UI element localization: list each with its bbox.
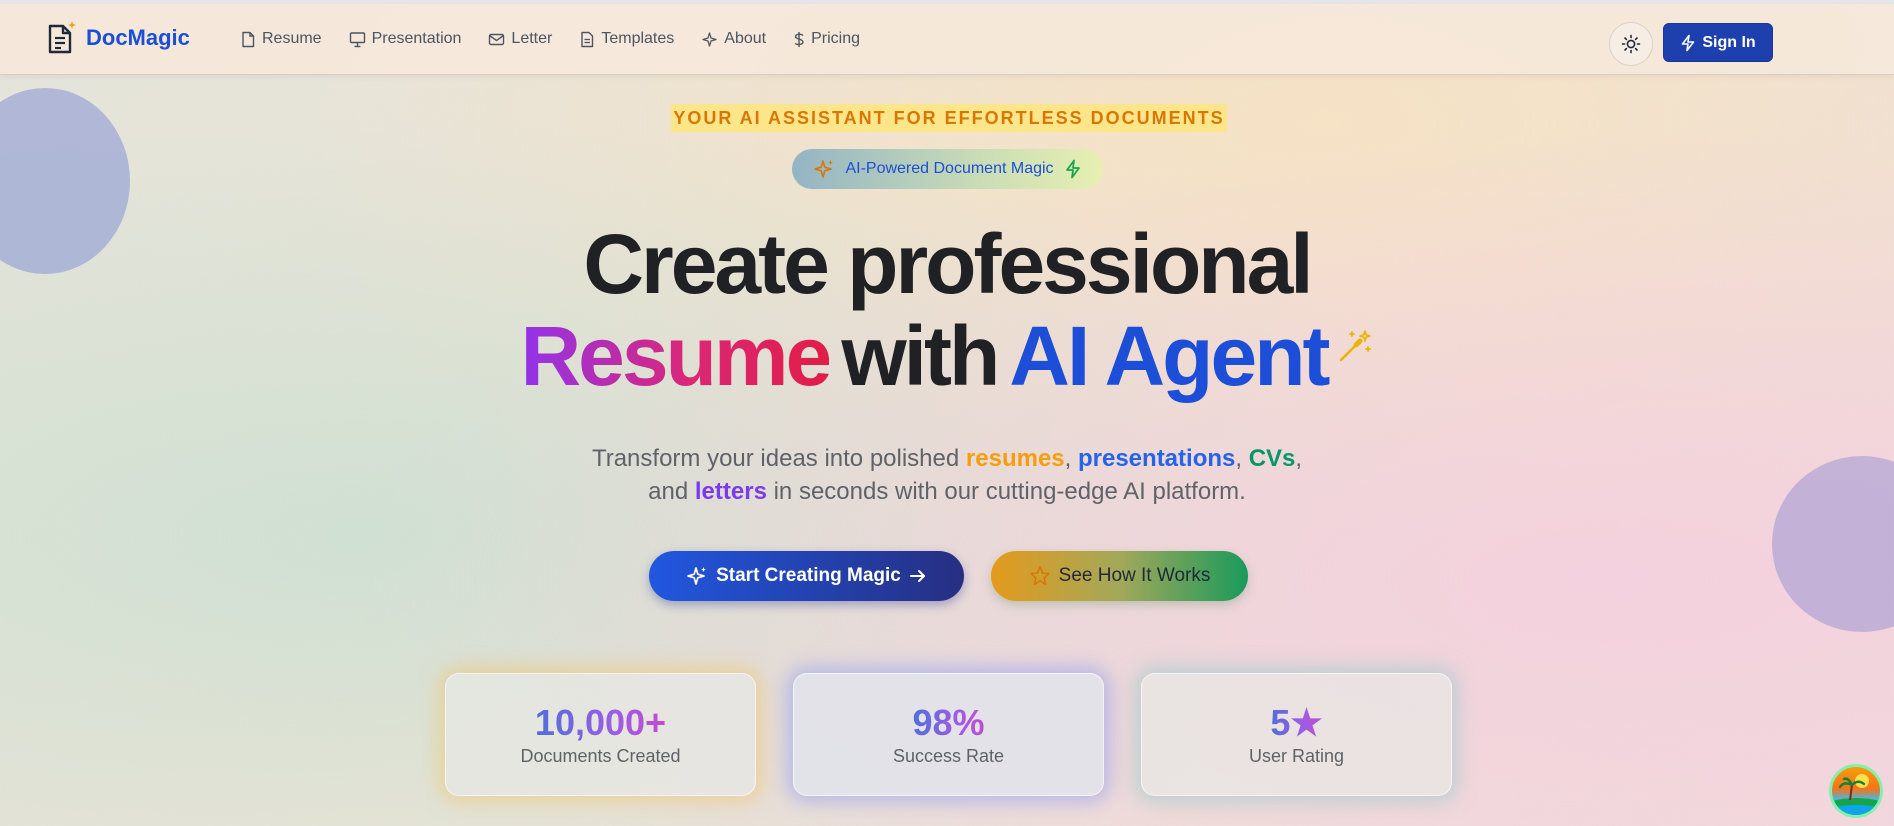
stat-value: 5★ [1270,702,1323,743]
keyword-letters: letters [694,478,767,505]
mail-icon [489,33,505,45]
main-nav: Resume Presentation Letter Templates Abo… [240,30,887,48]
brand-name: DocMagic [86,25,190,50]
nav-pricing-label: Pricing [811,30,860,47]
stat-value: 98% [912,702,985,743]
start-creating-button[interactable]: Start Creating Magic [649,551,964,601]
subtitle-text: and [648,478,695,505]
keyword-presentations: presentations [1077,445,1236,472]
subtitle-line1: Transform your ideas into polished resum… [0,442,1894,475]
headline-line1: Create professional [583,217,1313,311]
star-icon [1029,566,1050,585]
keyword-resumes: resumes [965,445,1065,472]
see-how-it-works-button[interactable]: See How It Works [991,551,1248,601]
stat-label: Documents Created [520,746,681,766]
nav-presentation[interactable]: Presentation [349,30,462,48]
headline-line2: Resume with AI Agent [0,308,1894,404]
nav-about-label: About [724,30,767,47]
stat-label: User Rating [1248,746,1345,766]
sun-icon [1621,34,1641,54]
nav-pricing[interactable]: Pricing [793,30,860,48]
dollar-icon [794,31,804,47]
zap-icon [1065,159,1080,179]
presentation-icon [349,31,365,47]
ai-powered-pill: AI-Powered Document Magic [792,149,1103,189]
nav-templates[interactable]: Templates [579,30,674,48]
nav-resume-label: Resume [262,30,322,47]
stat-documents-created: 10,000+ Documents Created [445,673,756,796]
sparkles-icon [814,160,834,178]
stat-label: Success Rate [892,746,1005,766]
arrow-right-icon [909,570,925,582]
subtitle-text: Transform your ideas into polished [591,445,966,472]
nav-letter-label: Letter [511,30,553,47]
subtitle-separator: , [1295,445,1303,472]
sign-in-button[interactable]: Sign In [1663,23,1773,62]
hero-tagline: YOUR AI ASSISTANT FOR EFFORTLESS DOCUMEN… [671,104,1227,132]
nav-letter[interactable]: Letter [488,30,552,48]
nav-presentation-label: Presentation [371,30,462,47]
start-creating-label: Start Creating Magic [716,565,901,586]
magic-wand-icon [1340,330,1372,362]
theme-toggle-button[interactable] [1609,22,1653,66]
brand[interactable]: DocMagic [46,20,190,56]
zap-icon [1682,34,1695,51]
subtitle-line2: and letters in seconds with our cutting-… [0,475,1894,508]
nav-templates-label: Templates [601,30,675,47]
nav-about[interactable]: About [701,30,766,48]
headline-with-word: with [841,309,1000,403]
stat-success-rate: 98% Success Rate [793,673,1104,796]
subtitle-text: in seconds with our cutting-edge AI plat… [766,478,1246,505]
keyword-cvs: CVs [1248,445,1296,472]
subtitle-separator: , [1064,445,1078,472]
sparkles-icon [702,31,717,47]
assistant-avatar-button[interactable] [1829,764,1883,818]
document-logo-icon [46,20,76,56]
stat-value: 10,000+ [534,702,667,743]
file-text-icon [581,31,594,47]
headline-resume-word: Resume [520,309,833,403]
see-how-label: See How It Works [1058,565,1211,586]
island-avatar-icon [1832,774,1880,815]
sparkles-icon [687,567,707,585]
file-icon [242,31,255,47]
hero-subtitle: Transform your ideas into polished resum… [0,442,1894,508]
headline-ai-agent: AI Agent [1009,309,1330,403]
pill-label: AI-Powered Document Magic [845,160,1054,177]
sign-in-label: Sign In [1702,33,1756,51]
nav-resume[interactable]: Resume [240,30,322,48]
navbar: DocMagic Resume Presentation Letter Temp… [0,4,1894,75]
stat-user-rating: 5★ User Rating [1141,673,1452,796]
subtitle-separator: , [1235,445,1249,472]
